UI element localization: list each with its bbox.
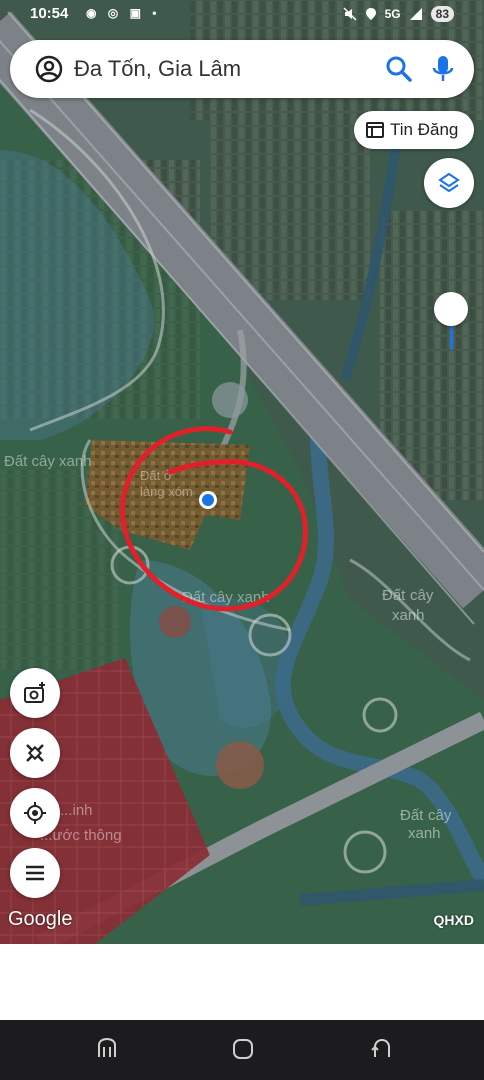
overlay-opacity-slider[interactable]	[432, 290, 470, 360]
listings-button-label: Tin Đăng	[390, 120, 459, 139]
map-label: Đất cây xanh	[4, 453, 92, 470]
location-dot	[202, 494, 214, 506]
layers-button[interactable]	[424, 158, 474, 208]
system-nav-bar	[0, 1020, 484, 1080]
google-attribution: Google	[8, 908, 73, 930]
map-label: xanh	[408, 825, 441, 842]
camera-add-icon	[24, 682, 45, 703]
account-icon[interactable]	[34, 54, 64, 84]
microphone-icon[interactable]	[430, 54, 456, 84]
map-label: xanh	[392, 607, 425, 624]
location-status-icon	[365, 8, 376, 20]
ruler-pencil-icon	[26, 744, 44, 762]
network-type: 5G	[384, 7, 401, 21]
map-label: Đất ở	[140, 468, 173, 483]
map-label: cây	[428, 807, 452, 824]
layers-icon	[438, 172, 460, 193]
map-label: Đất	[400, 807, 424, 824]
home-icon[interactable]	[232, 1037, 254, 1061]
battery-level: 83	[430, 6, 454, 22]
mute-icon	[343, 7, 357, 21]
map-label: làng xóm	[140, 484, 193, 499]
crosshair-icon	[24, 802, 46, 824]
search-input[interactable]: Đa Tốn, Gia Lâm	[74, 56, 241, 82]
status-bar: 10:54 ◉ ◎ ▣ • 5G 83	[0, 0, 484, 30]
newspaper-icon	[366, 122, 384, 138]
slider-handle[interactable]	[434, 292, 468, 326]
hamburger-icon	[26, 865, 44, 881]
monument	[216, 741, 264, 789]
signal-icon	[409, 8, 422, 20]
map-label: Đất	[382, 587, 406, 604]
add-photo-button[interactable]	[10, 668, 60, 718]
search-icon[interactable]	[384, 54, 414, 84]
search-bar[interactable]: Đa Tốn, Gia Lâm	[10, 40, 474, 98]
notification-icons: ◉ ◎ ▣ •	[86, 6, 161, 20]
back-icon[interactable]	[370, 1037, 392, 1061]
map-label: cây	[410, 587, 434, 604]
listings-button[interactable]: Tin Đăng	[354, 111, 474, 149]
map-label: ...inh	[60, 802, 93, 819]
measure-tool-button[interactable]	[10, 728, 60, 778]
recent-apps-icon[interactable]	[96, 1037, 118, 1061]
status-indicators: 5G 83	[343, 6, 454, 22]
status-time: 10:54	[30, 5, 69, 22]
planning-layer-code: QHXD	[433, 912, 474, 928]
monument	[212, 382, 248, 418]
my-location-button[interactable]	[10, 788, 60, 838]
menu-button[interactable]	[10, 848, 60, 898]
monument	[159, 606, 191, 638]
